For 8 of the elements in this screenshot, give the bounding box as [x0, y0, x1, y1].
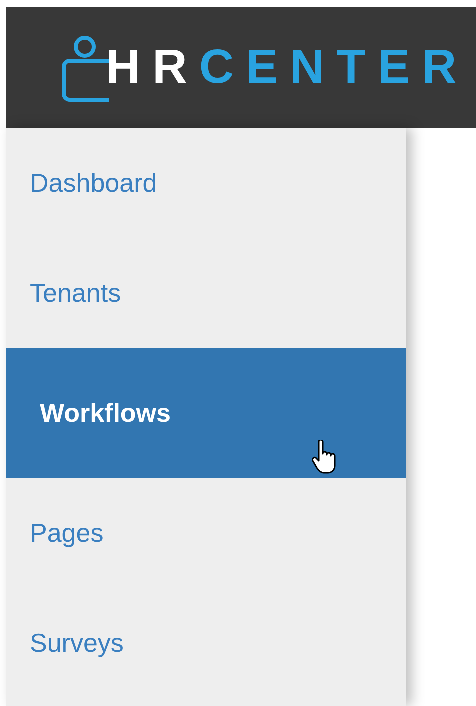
logo-text: CENTER	[199, 44, 469, 92]
sidebar-item[interactable]: Dashboard	[6, 128, 406, 238]
hand-cursor-icon	[312, 440, 338, 474]
logo-text: HR	[106, 44, 200, 92]
sidebar-item[interactable]: Pages	[6, 478, 406, 588]
sidebar-item[interactable]: Tenants	[6, 238, 406, 348]
sidebar-item[interactable]: Workflows	[6, 348, 406, 478]
sidebar-item[interactable]: Surveys	[6, 588, 406, 698]
